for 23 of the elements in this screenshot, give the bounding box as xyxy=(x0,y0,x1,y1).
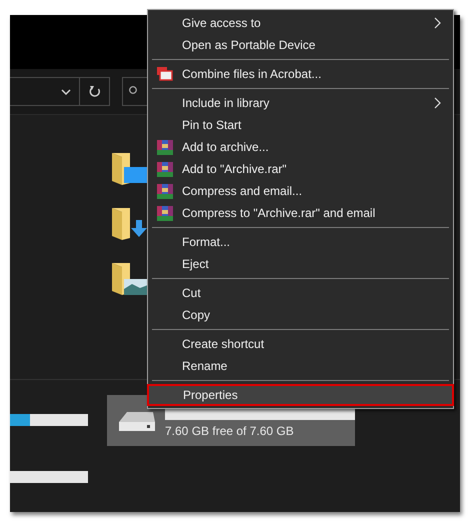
menu-item[interactable]: Add to "Archive.rar" xyxy=(148,158,453,180)
address-field[interactable] xyxy=(10,77,110,106)
menu-item[interactable]: Compress to "Archive.rar" and email xyxy=(148,202,453,224)
archive-icon xyxy=(157,184,173,198)
free-space-text: 7.60 GB free of 7.60 GB xyxy=(165,422,295,440)
menu-item[interactable]: Compress and email... xyxy=(148,180,453,202)
menu-item[interactable]: Give access to xyxy=(148,12,453,34)
menu-item[interactable]: Include in library xyxy=(148,92,453,114)
menu-item[interactable]: Copy xyxy=(148,304,453,326)
documents-icon xyxy=(157,67,173,81)
menu-item[interactable]: Rename xyxy=(148,355,453,377)
archive-icon xyxy=(157,206,173,220)
menu-item[interactable]: Format... xyxy=(148,231,453,253)
menu-item[interactable]: Cut xyxy=(148,282,453,304)
menu-item[interactable]: Open as Portable Device xyxy=(148,34,453,56)
archive-icon xyxy=(157,162,173,176)
menu-item[interactable]: Combine files in Acrobat... xyxy=(148,63,453,85)
menu-item[interactable]: Eject xyxy=(148,253,453,275)
menu-item[interactable]: Properties xyxy=(147,384,454,406)
menu-item[interactable]: Pin to Start xyxy=(148,114,453,136)
archive-icon xyxy=(157,140,173,154)
menu-item[interactable]: Add to archive... xyxy=(148,136,453,158)
menu-item[interactable]: Create shortcut xyxy=(148,333,453,355)
